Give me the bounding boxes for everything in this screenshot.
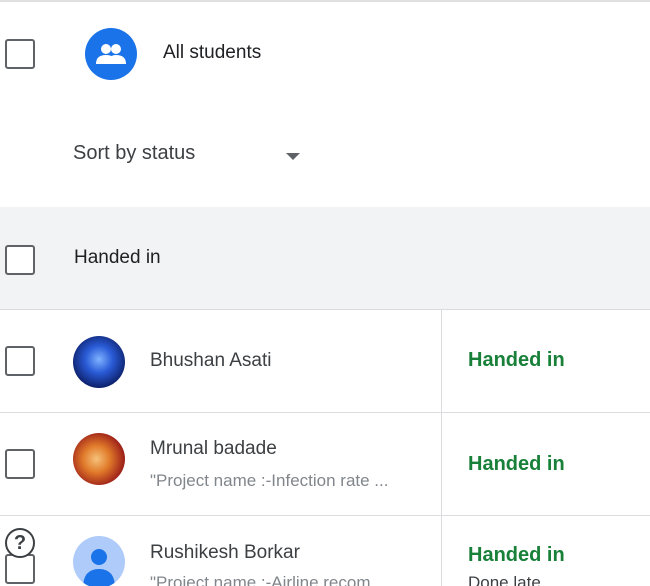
column-divider bbox=[441, 413, 442, 515]
student-row[interactable]: Mrunal badade "Project name :-Infection … bbox=[0, 413, 650, 516]
student-checkbox[interactable] bbox=[5, 449, 35, 479]
status-label: Handed in bbox=[468, 349, 565, 371]
avatar bbox=[73, 433, 125, 485]
column-divider bbox=[441, 516, 442, 586]
chevron-down-icon[interactable] bbox=[286, 153, 300, 160]
sort-dropdown[interactable]: Sort by status bbox=[73, 142, 195, 165]
student-checkbox[interactable] bbox=[5, 554, 35, 584]
student-row[interactable]: Rushikesh Borkar "Project name :-Airline… bbox=[0, 516, 650, 586]
private-comment-snippet: "Project name :-Infection rate ... bbox=[150, 471, 389, 490]
all-students-label: All students bbox=[163, 42, 262, 63]
student-name: Rushikesh Borkar bbox=[150, 542, 300, 563]
student-checkbox[interactable] bbox=[5, 346, 35, 376]
private-comment-snippet: "Project name :-Airline recom bbox=[150, 573, 371, 586]
column-divider bbox=[441, 310, 442, 412]
help-icon[interactable]: ? bbox=[5, 528, 35, 558]
late-badge: Done late bbox=[468, 573, 541, 586]
student-name: Mrunal badade bbox=[150, 438, 277, 459]
status-label: Handed in bbox=[468, 453, 565, 475]
avatar bbox=[73, 336, 125, 388]
student-name: Bhushan Asati bbox=[150, 350, 272, 371]
status-label: Handed in bbox=[468, 544, 565, 566]
section-checkbox[interactable] bbox=[5, 245, 35, 275]
group-icon bbox=[85, 28, 137, 80]
all-students-row[interactable]: All students bbox=[0, 2, 650, 106]
select-all-checkbox[interactable] bbox=[5, 39, 35, 69]
section-header-handed-in: Handed in bbox=[0, 207, 650, 310]
avatar bbox=[73, 536, 125, 586]
section-label: Handed in bbox=[74, 247, 161, 268]
student-row[interactable]: Bhushan Asati Handed in bbox=[0, 310, 650, 413]
